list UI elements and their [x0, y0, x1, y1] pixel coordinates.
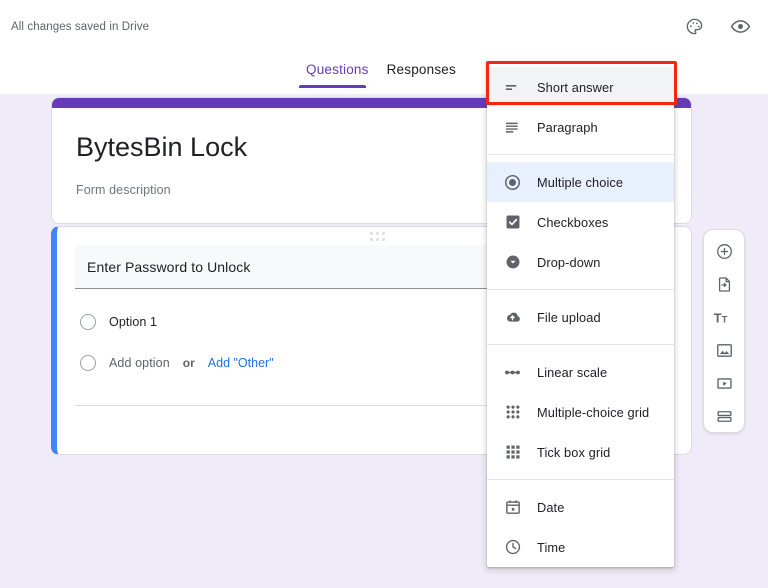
menu-item-label: Date — [537, 499, 565, 515]
file-upload-icon — [503, 308, 522, 327]
add-option-button[interactable]: Add option — [109, 356, 170, 370]
header-actions — [680, 12, 754, 40]
menu-item-date[interactable]: Date — [487, 487, 674, 527]
eye-icon[interactable] — [726, 12, 754, 40]
menu-item-short-answer[interactable]: Short answer — [487, 67, 674, 107]
menu-item-paragraph[interactable]: Paragraph — [487, 107, 674, 147]
svg-text:T: T — [714, 311, 722, 325]
palette-icon[interactable] — [680, 12, 708, 40]
add-title-button[interactable]: T T — [709, 303, 739, 331]
menu-item-label: Paragraph — [537, 119, 598, 135]
tab-responses[interactable]: Responses — [378, 62, 465, 85]
option-label[interactable]: Option 1 — [109, 315, 157, 329]
clock-icon — [503, 538, 522, 556]
svg-text:T: T — [722, 314, 728, 325]
checkbox-icon — [503, 213, 522, 231]
menu-item-checkboxes[interactable]: Checkboxes — [487, 202, 674, 242]
menu-divider — [487, 344, 674, 345]
mc-grid-icon — [503, 403, 522, 421]
paragraph-icon — [503, 119, 522, 136]
add-image-button[interactable] — [709, 336, 739, 364]
or-label: or — [182, 356, 195, 370]
import-questions-button[interactable] — [709, 270, 739, 298]
menu-item-label: Multiple-choice grid — [537, 404, 650, 420]
tick-grid-icon — [503, 443, 522, 461]
menu-item-time[interactable]: Time — [487, 527, 674, 567]
linear-scale-icon — [503, 363, 522, 382]
add-question-button[interactable] — [709, 237, 739, 265]
dropdown-icon — [503, 253, 522, 271]
add-other-button[interactable]: Add "Other" — [208, 356, 274, 370]
menu-item-file-upload[interactable]: File upload — [487, 297, 674, 337]
menu-divider — [487, 479, 674, 480]
radio-icon — [503, 173, 522, 192]
tab-questions[interactable]: Questions — [297, 62, 378, 85]
menu-item-label: Linear scale — [537, 364, 608, 380]
menu-item-label: Checkboxes — [537, 214, 609, 230]
menu-item-label: Time — [537, 539, 566, 555]
menu-item-multiple-choice-grid[interactable]: Multiple-choice grid — [487, 392, 674, 432]
add-section-button[interactable] — [709, 402, 739, 430]
menu-item-label: Multiple choice — [537, 174, 624, 190]
active-tab-indicator — [299, 85, 366, 88]
save-status-text: All changes saved in Drive — [11, 21, 150, 33]
menu-divider — [487, 289, 674, 290]
menu-item-label: File upload — [537, 309, 601, 325]
menu-item-drop-down[interactable]: Drop-down — [487, 242, 674, 282]
question-toolbar: T T — [703, 229, 745, 433]
drag-handle-icon[interactable] — [370, 232, 388, 242]
calendar-icon — [503, 498, 522, 516]
menu-item-label: Tick box grid — [537, 444, 611, 460]
menu-item-linear-scale[interactable]: Linear scale — [487, 352, 674, 392]
menu-item-multiple-choice[interactable]: Multiple choice — [487, 162, 674, 202]
menu-item-tick-box-grid[interactable]: Tick box grid — [487, 432, 674, 472]
radio-icon — [80, 355, 96, 371]
editor-tabs: Questions Responses — [297, 62, 465, 85]
menu-item-label: Drop-down — [537, 254, 601, 270]
google-forms-editor: All changes saved in Drive Questions Res… — [0, 0, 768, 588]
menu-divider — [487, 154, 674, 155]
menu-bottom-padding — [487, 567, 674, 573]
radio-icon — [80, 314, 96, 330]
question-type-menu[interactable]: Short answer Paragraph Multiple choice C… — [487, 62, 674, 567]
add-video-button[interactable] — [709, 369, 739, 397]
short-answer-icon — [503, 79, 522, 96]
menu-item-label: Short answer — [537, 79, 614, 95]
